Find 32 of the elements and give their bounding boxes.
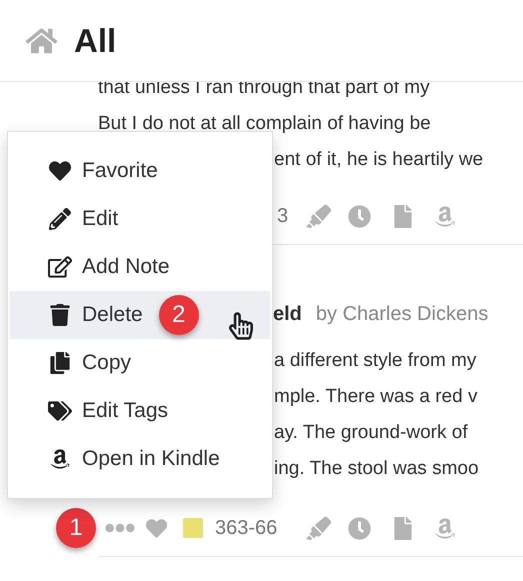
page-number: 363-66 xyxy=(215,516,278,541)
page-number: 3 xyxy=(277,204,289,229)
amazon-icon xyxy=(48,448,72,470)
home-icon[interactable] xyxy=(24,26,59,54)
highlight-text: mple. There was a red v xyxy=(274,386,478,407)
copy-icon xyxy=(48,352,72,374)
highlighter-icon[interactable] xyxy=(306,204,331,228)
hand-cursor-icon xyxy=(229,311,253,341)
step-badge: 1 xyxy=(56,508,96,548)
heart-icon[interactable] xyxy=(145,518,168,538)
highlight-text: ent of it, he is heartily we xyxy=(274,149,484,170)
highlight-text: ing. The stool was smoo xyxy=(274,458,479,479)
tags-icon xyxy=(48,400,72,422)
amazon-icon[interactable] xyxy=(435,204,455,228)
clock-icon[interactable] xyxy=(348,516,371,540)
highlight-text: a different style from my xyxy=(274,350,476,371)
file-icon[interactable] xyxy=(394,204,412,228)
edit-note-icon xyxy=(48,256,72,278)
book-author: by Charles Dickens xyxy=(316,302,488,327)
book-title: eld xyxy=(273,302,302,327)
page-title: All xyxy=(74,20,116,61)
clock-icon[interactable] xyxy=(348,204,371,228)
highlighter-icon[interactable] xyxy=(306,516,331,540)
step-badge: 2 xyxy=(158,295,199,335)
heart-icon xyxy=(48,160,72,182)
pencil-icon xyxy=(48,208,72,230)
amazon-icon[interactable] xyxy=(435,516,455,540)
highlight-text: But I do not at all complain of having be xyxy=(98,113,431,134)
file-icon[interactable] xyxy=(394,516,412,540)
highlight-text: ay. The ground-work of xyxy=(274,422,468,443)
menu-item[interactable]: Delete 2 xyxy=(10,291,270,339)
trash-icon xyxy=(48,304,72,326)
